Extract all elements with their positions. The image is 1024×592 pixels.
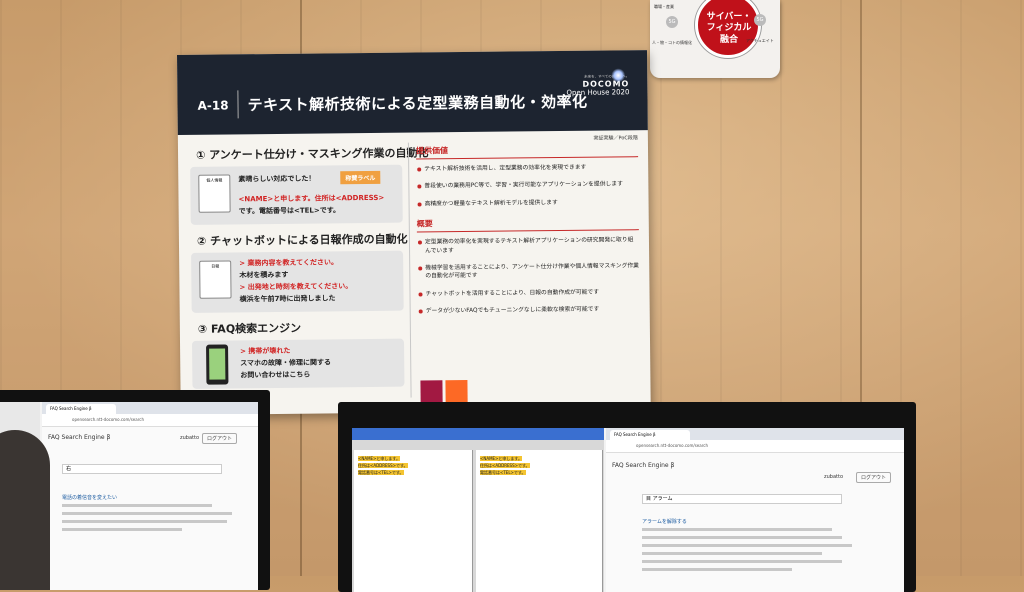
doc-label: 個人情報: [206, 177, 223, 183]
pane-line: 住所は<ADDRESS>です。: [480, 463, 530, 468]
section-title: ② チャットボットによる日報作成の自動化: [196, 232, 408, 248]
pane-line: 電話番号は<TEL>です。: [358, 470, 404, 475]
badge-5g-right: 5G: [754, 14, 766, 26]
output-pane: <NAME>と申します。 住所は<ADDRESS>です。 電話番号は<TEL>で…: [476, 450, 603, 592]
search-input[interactable]: 目 アラーム: [642, 494, 842, 504]
summary-bullet: チャットボットを活用することにより、日報の自動作成が可能です: [417, 288, 639, 299]
logo-line2: Open House 2020: [566, 88, 630, 97]
result-line: [62, 528, 182, 531]
section-box-faq: > 携帯が壊れた スマホの故障・修理に関する お問い合わせはこちら: [191, 338, 405, 389]
pane-line: <NAME>と申します。: [480, 456, 523, 461]
search-input[interactable]: 右: [62, 464, 222, 474]
badge-line2: フィジカル: [706, 23, 752, 34]
box-line: スマホの故障・修理に関する: [240, 358, 332, 368]
value-bullet: 普段使いの業務用PC等で、学習・実行可能なアプリケーションを提供します: [416, 181, 638, 192]
summary-heading: 概要: [416, 216, 639, 233]
box-line: > 携帯が壊れた: [240, 346, 291, 356]
badge-5g-left: 5G: [666, 16, 678, 28]
section-title: ③ FAQ検索エンジン: [197, 321, 302, 336]
result-line: [642, 560, 842, 563]
badge-line1: サイバー・: [706, 12, 752, 22]
right-monitor-screen: <NAME>と申します。 住所は<ADDRESS>です。 電話番号は<TEL>で…: [352, 428, 904, 592]
browser-tabbar: FAQ Search Engine β: [606, 428, 904, 440]
result-title[interactable]: アラームを解除する: [642, 518, 687, 525]
document-icon: 個人情報: [198, 174, 231, 213]
poster-separator: [237, 90, 239, 119]
browser-window: FAQ Search Engine β opensearch.ntt-docom…: [606, 428, 904, 592]
app-titlebar: [352, 428, 604, 440]
summary-bullet: 機械学習を活用することにより、アンケート仕分け作業や個人情報マスキング作業の自動…: [417, 262, 639, 281]
badge-label-mid-left: 人・物・コトの情報化: [652, 40, 692, 45]
stage-note: 実証実験／PoC段階: [593, 135, 638, 142]
badge-label-top-left: 職場・産業: [654, 4, 674, 9]
result-title[interactable]: 電話の着信音を変えたい: [62, 494, 117, 501]
address-bar[interactable]: opensearch.ntt-docomo.com/search: [42, 414, 258, 427]
browser-tab[interactable]: FAQ Search Engine β: [610, 430, 690, 440]
box-line: 素晴らしい対応でした！: [238, 174, 316, 184]
box-line: 木材を積みます: [239, 270, 289, 280]
address-bar[interactable]: opensearch.ntt-docomo.com/search: [606, 440, 904, 453]
column-divider: [407, 142, 412, 398]
cyber-physical-badge: 職場・産業 5G 人・物・コトの情報化 サイバー・ フィジカル 融合 5G アク…: [650, 0, 780, 78]
exhibit-poster: A-18 テキスト解析技術による定型業務自動化・効率化 未来を、すべてのお客様へ…: [177, 50, 651, 415]
result-line: [642, 528, 832, 531]
user-name: zubatto: [824, 474, 844, 480]
sdg-icon-11: [445, 379, 468, 403]
section-box-survey: 個人情報 素晴らしい対応でした！ 称賛ラベル <NAME>と申します。住所は<A…: [190, 164, 403, 225]
doc-label: 日報: [211, 263, 220, 269]
sdg-icon-9: [420, 380, 443, 403]
input-pane: <NAME>と申します。 住所は<ADDRESS>です。 電話番号は<TEL>で…: [354, 450, 473, 592]
value-bullet: テキスト解析技術を活用し、定型業務の効率化を実現できます: [416, 163, 638, 174]
box-line: です。電話番号は<TEL>です。: [238, 206, 341, 216]
poster-header: A-18 テキスト解析技術による定型業務自動化・効率化 未来を、すべてのお客様へ…: [177, 50, 648, 135]
result-line: [62, 520, 227, 523]
docomo-logo: 未来を、すべてのお客様へ。 DOCOMO Open House 2020: [566, 68, 630, 97]
section-box-chatbot: 日報 > 業務内容を教えてください。 木材を積みます > 出発地と時刻を教えてく…: [191, 250, 404, 313]
poster-id: A-18: [197, 98, 229, 113]
url-text: opensearch.ntt-docomo.com/search: [72, 417, 145, 422]
value-bullet: 高精度かつ軽量なテキスト解析モデルを提供します: [417, 198, 639, 209]
section-title: ① アンケート仕分け・マスキング作業の自動化: [195, 146, 429, 162]
box-line: > 業務内容を教えてください。: [239, 258, 338, 268]
page-title: FAQ Search Engine β: [612, 462, 675, 469]
right-monitor: <NAME>と申します。 住所は<ADDRESS>です。 電話番号は<TEL>で…: [338, 402, 916, 592]
result-line: [642, 552, 822, 555]
report-icon: 日報: [199, 260, 232, 299]
box-line: お問い合わせはこちら: [240, 370, 311, 380]
result-line: [642, 536, 842, 539]
summary-bullet: データが少ないFAQでもチューニングなしに柔軟な検索が可能です: [418, 305, 640, 316]
page-title: FAQ Search Engine β: [48, 434, 111, 441]
logout-button[interactable]: ログアウト: [856, 472, 892, 483]
poster-title: テキスト解析技術による定型業務自動化・効率化: [247, 92, 588, 115]
box-line: <NAME>と申します。住所は<ADDRESS>: [238, 193, 385, 204]
value-heading: 提供価値: [415, 143, 639, 160]
result-line: [642, 568, 792, 571]
pane-line: 電話番号は<TEL>です。: [480, 470, 526, 475]
result-line: [62, 512, 232, 515]
text-app-window: <NAME>と申します。 住所は<ADDRESS>です。 電話番号は<TEL>で…: [352, 428, 604, 592]
result-line: [642, 544, 852, 547]
pane-line: <NAME>と申します。: [358, 456, 401, 461]
visitor-silhouette: [0, 430, 50, 590]
poster-right-column: 実証実験／PoC段階 提供価値 テキスト解析技術を活用し、定型業務の効率化を実現…: [415, 134, 640, 325]
pane-line: 住所は<ADDRESS>です。: [358, 463, 408, 468]
box-line: > 出発地と時刻を教えてください。: [239, 282, 353, 292]
url-text: opensearch.ntt-docomo.com/search: [636, 443, 709, 448]
poster-left-column: ① アンケート仕分け・マスキング作業の自動化 個人情報 素晴らしい対応でした！ …: [190, 145, 429, 397]
summary-bullet: 定型業務の効率化を実現するテキスト解析アプリケーションの研究開発に取り組んでいま…: [417, 236, 639, 255]
result-line: [62, 504, 212, 507]
box-line: 横浜を午前7時に出発しました: [239, 294, 336, 304]
praise-tag: 称賛ラベル: [340, 170, 381, 185]
user-name: zubatto: [180, 435, 200, 441]
star-icon: [611, 68, 626, 83]
browser-tabbar: FAQ Search Engine β: [42, 402, 258, 414]
logout-button[interactable]: ログアウト: [202, 433, 238, 444]
browser-tab[interactable]: FAQ Search Engine β: [46, 404, 116, 414]
smartphone-icon: [206, 344, 229, 385]
badge-label-mid-right: アクチュエイト: [746, 38, 774, 43]
browser-window: FAQ Search Engine β opensearch.ntt-docom…: [42, 402, 258, 590]
